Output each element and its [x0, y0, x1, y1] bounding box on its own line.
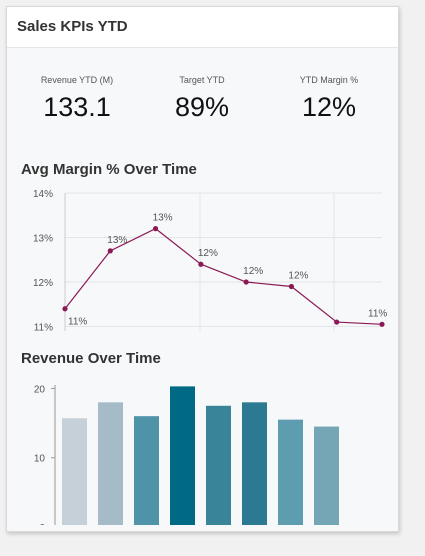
- line-y-tick: 14%: [33, 189, 53, 200]
- kpi-revenue: Revenue YTD (M) 133.1: [17, 75, 137, 123]
- margin-data-label: 12%: [243, 266, 263, 277]
- margin-point: [243, 279, 249, 285]
- revenue-bar: [62, 418, 87, 525]
- margin-point: [62, 306, 68, 312]
- revenue-bar: [134, 416, 159, 525]
- line-chart-title: Avg Margin % Over Time: [21, 161, 197, 178]
- revenue-bar: [314, 426, 339, 525]
- margin-point: [152, 226, 159, 232]
- bar-y-tick: 0: [39, 523, 45, 525]
- line-y-tick: 13%: [33, 234, 53, 245]
- margin-point: [334, 319, 340, 325]
- revenue-bar: [170, 386, 195, 525]
- margin-data-label: 11%: [68, 317, 87, 328]
- margin-data-label: 13%: [107, 235, 127, 246]
- revenue-bar: [278, 419, 303, 525]
- margin-data-label: 12%: [198, 248, 218, 259]
- kpi-revenue-value: 133.1: [43, 92, 111, 122]
- sales-kpis-card: Sales KPIs YTD Revenue YTD (M) 133.1 Tar…: [6, 6, 399, 532]
- kpi-margin: YTD Margin % 12%: [269, 75, 389, 123]
- bar-chart: 20 10 0: [34, 384, 339, 525]
- revenue-bar: [242, 402, 267, 525]
- card-title: Sales KPIs YTD: [17, 18, 128, 35]
- margin-point: [288, 283, 295, 290]
- kpi-target: Target YTD 89%: [142, 75, 262, 123]
- margin-data-label: 12%: [288, 270, 308, 281]
- revenue-bar: [206, 405, 231, 525]
- kpi-revenue-label: Revenue YTD (M): [40, 75, 114, 85]
- line-y-tick: 11%: [34, 323, 53, 334]
- kpi-target-value: 89%: [174, 92, 230, 122]
- kpi-margin-label: YTD Margin %: [299, 75, 359, 85]
- line-y-tick: 12%: [33, 278, 53, 289]
- card-header: Sales KPIs YTD: [7, 7, 398, 48]
- margin-point: [379, 321, 385, 327]
- margin-point: [198, 261, 204, 267]
- bar-y-tick: 10: [34, 454, 46, 465]
- margin-data-label: 13%: [153, 213, 173, 224]
- line-chart: 14% 13% 12% 11% 11% 13% 13% 12% 12% 12% 11%: [33, 189, 387, 334]
- kpi-margin-value: 12%: [301, 92, 357, 122]
- kpi-target-label: Target YTD: [179, 75, 225, 85]
- margin-data-label: 11%: [368, 308, 387, 319]
- bar-y-tick: 20: [34, 384, 46, 395]
- revenue-bar: [98, 402, 123, 525]
- bar-chart-title: Revenue Over Time: [21, 350, 161, 367]
- margin-point: [107, 248, 113, 254]
